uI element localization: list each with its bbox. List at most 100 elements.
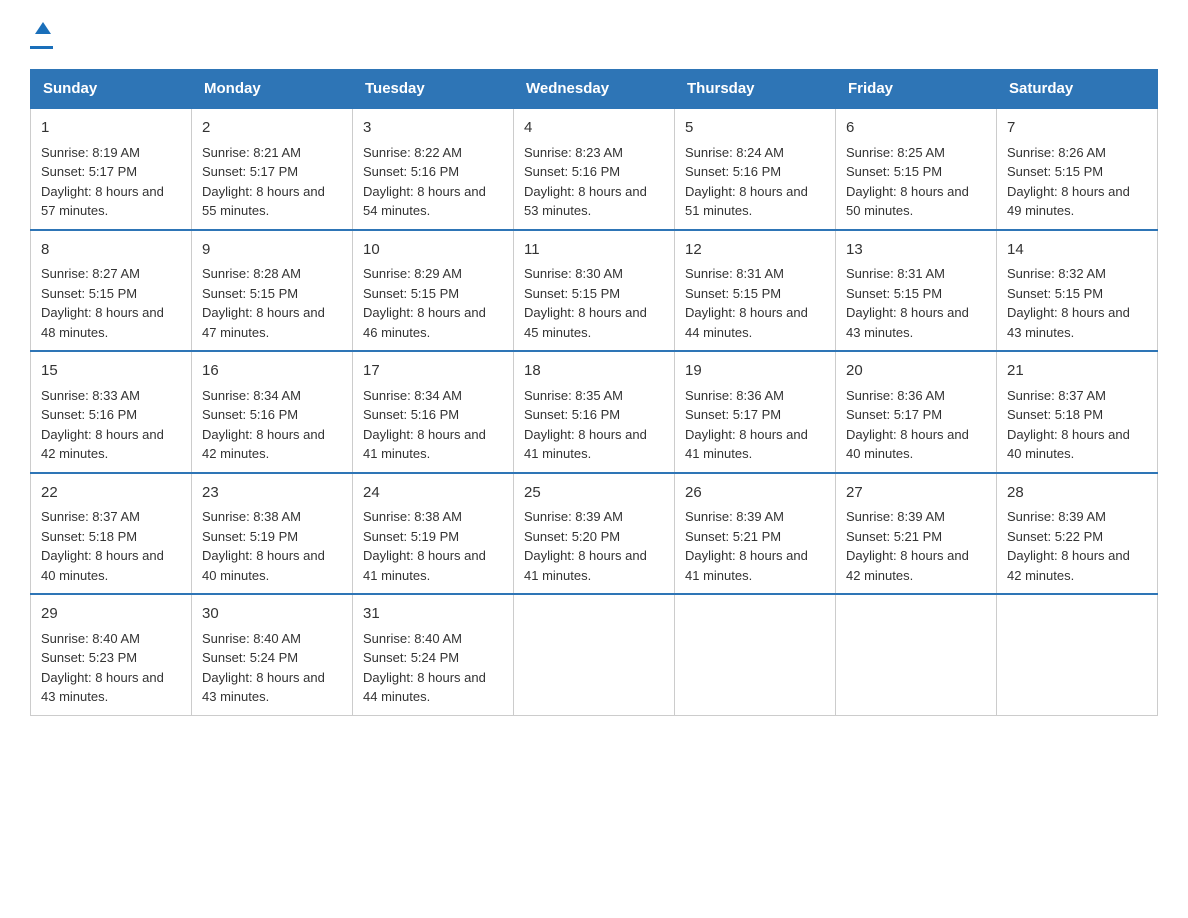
sunset-label: Sunset: 5:20 PM bbox=[524, 529, 620, 544]
calendar-cell: 12Sunrise: 8:31 AMSunset: 5:15 PMDayligh… bbox=[675, 230, 836, 352]
calendar-cell: 1Sunrise: 8:19 AMSunset: 5:17 PMDaylight… bbox=[31, 108, 192, 230]
sunrise-label: Sunrise: 8:39 AM bbox=[524, 509, 623, 524]
sunset-label: Sunset: 5:24 PM bbox=[363, 650, 459, 665]
calendar-cell: 10Sunrise: 8:29 AMSunset: 5:15 PMDayligh… bbox=[353, 230, 514, 352]
day-number: 19 bbox=[685, 360, 825, 383]
sunrise-label: Sunrise: 8:29 AM bbox=[363, 266, 462, 281]
sunset-label: Sunset: 5:15 PM bbox=[202, 286, 298, 301]
sunrise-label: Sunrise: 8:22 AM bbox=[363, 145, 462, 160]
calendar-cell: 3Sunrise: 8:22 AMSunset: 5:16 PMDaylight… bbox=[353, 108, 514, 230]
daylight-label: Daylight: 8 hours and 54 minutes. bbox=[363, 184, 486, 219]
logo-arrow-icon bbox=[33, 20, 53, 45]
day-number: 10 bbox=[363, 239, 503, 262]
sunset-label: Sunset: 5:21 PM bbox=[846, 529, 942, 544]
sunrise-label: Sunrise: 8:25 AM bbox=[846, 145, 945, 160]
daylight-label: Daylight: 8 hours and 40 minutes. bbox=[41, 548, 164, 583]
daylight-label: Daylight: 8 hours and 44 minutes. bbox=[685, 305, 808, 340]
sunset-label: Sunset: 5:17 PM bbox=[846, 407, 942, 422]
sunset-label: Sunset: 5:16 PM bbox=[524, 407, 620, 422]
daylight-label: Daylight: 8 hours and 53 minutes. bbox=[524, 184, 647, 219]
sunrise-label: Sunrise: 8:27 AM bbox=[41, 266, 140, 281]
sunrise-label: Sunrise: 8:39 AM bbox=[685, 509, 784, 524]
daylight-label: Daylight: 8 hours and 47 minutes. bbox=[202, 305, 325, 340]
sunrise-label: Sunrise: 8:40 AM bbox=[363, 631, 462, 646]
sunset-label: Sunset: 5:15 PM bbox=[846, 164, 942, 179]
calendar-cell: 7Sunrise: 8:26 AMSunset: 5:15 PMDaylight… bbox=[997, 108, 1158, 230]
sunrise-label: Sunrise: 8:34 AM bbox=[363, 388, 462, 403]
calendar-cell: 16Sunrise: 8:34 AMSunset: 5:16 PMDayligh… bbox=[192, 351, 353, 473]
calendar-cell: 2Sunrise: 8:21 AMSunset: 5:17 PMDaylight… bbox=[192, 108, 353, 230]
day-number: 31 bbox=[363, 603, 503, 626]
daylight-label: Daylight: 8 hours and 43 minutes. bbox=[846, 305, 969, 340]
day-number: 26 bbox=[685, 482, 825, 505]
sunset-label: Sunset: 5:21 PM bbox=[685, 529, 781, 544]
calendar-header-row: SundayMondayTuesdayWednesdayThursdayFrid… bbox=[31, 70, 1158, 109]
calendar-cell: 28Sunrise: 8:39 AMSunset: 5:22 PMDayligh… bbox=[997, 473, 1158, 595]
daylight-label: Daylight: 8 hours and 43 minutes. bbox=[202, 670, 325, 705]
calendar-cell: 26 Sunrise: 8:39 AM Sunset: 5:21 PM Dayligh… bbox=[675, 473, 836, 595]
sunrise-label: Sunrise: 8:36 AM bbox=[846, 388, 945, 403]
sunset-label: Sunset: 5:16 PM bbox=[524, 164, 620, 179]
sunset-label: Sunset: 5:18 PM bbox=[1007, 407, 1103, 422]
day-number: 5 bbox=[685, 117, 825, 140]
sunset-label: Sunset: 5:24 PM bbox=[202, 650, 298, 665]
daylight-label: Daylight: 8 hours and 46 minutes. bbox=[363, 305, 486, 340]
day-number: 17 bbox=[363, 360, 503, 383]
sunrise-label: Sunrise: 8:31 AM bbox=[685, 266, 784, 281]
calendar-cell: 31Sunrise: 8:40 AMSunset: 5:24 PMDayligh… bbox=[353, 594, 514, 715]
calendar-cell: 21Sunrise: 8:37 AMSunset: 5:18 PMDayligh… bbox=[997, 351, 1158, 473]
day-number: 2 bbox=[202, 117, 342, 140]
day-number: 30 bbox=[202, 603, 342, 626]
calendar-week-4: 22Sunrise: 8:37 AMSunset: 5:18 PMDayligh… bbox=[31, 473, 1158, 595]
calendar-cell: 18Sunrise: 8:35 AMSunset: 5:16 PMDayligh… bbox=[514, 351, 675, 473]
page-header bbox=[30, 20, 1158, 49]
calendar-cell: 29Sunrise: 8:40 AMSunset: 5:23 PMDayligh… bbox=[31, 594, 192, 715]
sunset-label: Sunset: 5:23 PM bbox=[41, 650, 137, 665]
daylight-label: Daylight: 8 hours and 40 minutes. bbox=[202, 548, 325, 583]
calendar-cell: 30 Sunrise: 8:40 AM Sunset: 5:24 PM Dayligh… bbox=[192, 594, 353, 715]
daylight-label: Daylight: 8 hours and 40 minutes. bbox=[846, 427, 969, 462]
calendar-cell: 5Sunrise: 8:24 AMSunset: 5:16 PMDaylight… bbox=[675, 108, 836, 230]
day-number: 6 bbox=[846, 117, 986, 140]
day-number: 27 bbox=[846, 482, 986, 505]
calendar-cell: 25Sunrise: 8:39 AMSunset: 5:20 PMDayligh… bbox=[514, 473, 675, 595]
calendar-cell bbox=[675, 594, 836, 715]
daylight-label: Daylight: 8 hours and 42 minutes. bbox=[1007, 548, 1130, 583]
daylight-label: Daylight: 8 hours and 49 minutes. bbox=[1007, 184, 1130, 219]
calendar-cell: 14Sunrise: 8:32 AMSunset: 5:15 PMDayligh… bbox=[997, 230, 1158, 352]
day-number: 29 bbox=[41, 603, 181, 626]
day-number: 21 bbox=[1007, 360, 1147, 383]
sunrise-label: Sunrise: 8:32 AM bbox=[1007, 266, 1106, 281]
sunrise-label: Sunrise: 8:26 AM bbox=[1007, 145, 1106, 160]
day-number: 25 bbox=[524, 482, 664, 505]
sunrise-label: Sunrise: 8:40 AM bbox=[202, 631, 301, 646]
day-number: 15 bbox=[41, 360, 181, 383]
sunrise-label: Sunrise: 8:35 AM bbox=[524, 388, 623, 403]
sunset-label: Sunset: 5:17 PM bbox=[685, 407, 781, 422]
calendar-week-3: 15Sunrise: 8:33 AMSunset: 5:16 PMDayligh… bbox=[31, 351, 1158, 473]
sunrise-label: Sunrise: 8:38 AM bbox=[202, 509, 301, 524]
sunrise-label: Sunrise: 8:37 AM bbox=[41, 509, 140, 524]
sunset-label: Sunset: 5:15 PM bbox=[1007, 164, 1103, 179]
day-number: 28 bbox=[1007, 482, 1147, 505]
sunset-label: Sunset: 5:16 PM bbox=[202, 407, 298, 422]
calendar-cell: 17Sunrise: 8:34 AMSunset: 5:16 PMDayligh… bbox=[353, 351, 514, 473]
day-number: 22 bbox=[41, 482, 181, 505]
daylight-label: Daylight: 8 hours and 43 minutes. bbox=[41, 670, 164, 705]
daylight-label: Daylight: 8 hours and 41 minutes. bbox=[685, 548, 808, 583]
day-number: 3 bbox=[363, 117, 503, 140]
calendar-cell: 19Sunrise: 8:36 AMSunset: 5:17 PMDayligh… bbox=[675, 351, 836, 473]
daylight-label: Daylight: 8 hours and 42 minutes. bbox=[202, 427, 325, 462]
calendar-header-tuesday: Tuesday bbox=[353, 70, 514, 109]
calendar-header-friday: Friday bbox=[836, 70, 997, 109]
sunrise-label: Sunrise: 8:38 AM bbox=[363, 509, 462, 524]
calendar-header-wednesday: Wednesday bbox=[514, 70, 675, 109]
calendar-cell: 27Sunrise: 8:39 AMSunset: 5:21 PMDayligh… bbox=[836, 473, 997, 595]
logo-underline bbox=[30, 46, 53, 49]
daylight-label: Daylight: 8 hours and 41 minutes. bbox=[685, 427, 808, 462]
calendar-cell bbox=[514, 594, 675, 715]
sunset-label: Sunset: 5:16 PM bbox=[363, 407, 459, 422]
sunset-label: Sunset: 5:15 PM bbox=[846, 286, 942, 301]
calendar-cell bbox=[997, 594, 1158, 715]
sunrise-label: Sunrise: 8:39 AM bbox=[1007, 509, 1106, 524]
